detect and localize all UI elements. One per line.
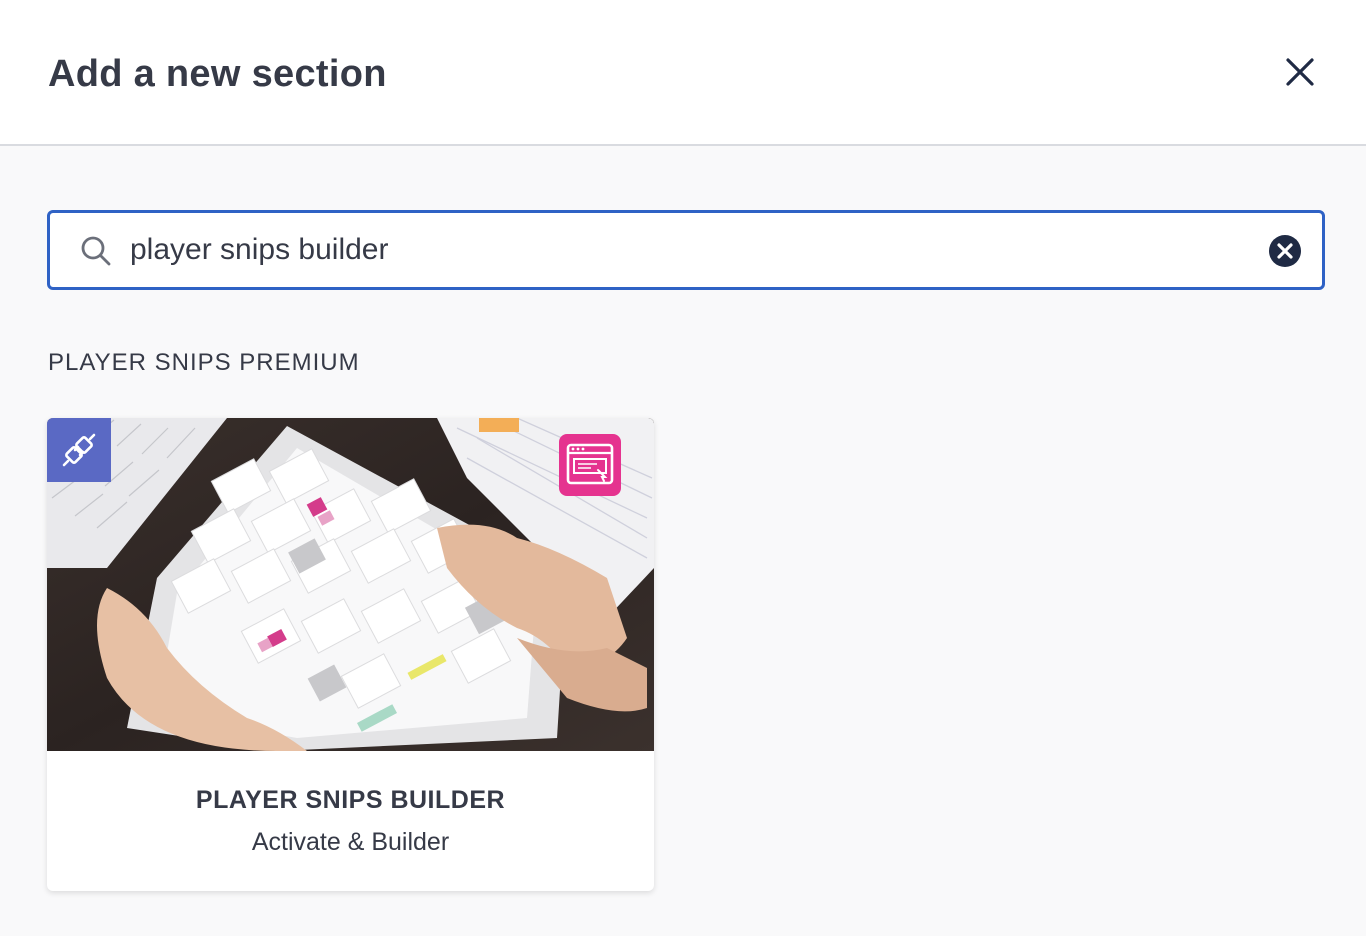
clear-search-button[interactable] bbox=[1268, 234, 1302, 268]
search-input[interactable] bbox=[130, 223, 1240, 277]
plug-icon bbox=[62, 433, 96, 467]
card-subtitle: Activate & Builder bbox=[251, 828, 450, 856]
search-icon bbox=[81, 236, 111, 266]
search-field bbox=[47, 210, 1325, 290]
dialog-header: Add a new section bbox=[0, 0, 1366, 146]
results-section-heading: PLAYER SNIPS PREMIUM bbox=[48, 349, 360, 376]
browser-window-icon bbox=[566, 443, 614, 485]
integration-badge bbox=[47, 418, 111, 482]
dialog-title: Add a new section bbox=[48, 53, 387, 95]
card-title: PLAYER SNIPS BUILDER bbox=[195, 786, 506, 814]
result-card[interactable]: PLAYER SNIPS BUILDER Activate & Builder bbox=[47, 418, 654, 891]
close-button[interactable] bbox=[1280, 52, 1320, 92]
brand-badge bbox=[559, 434, 621, 496]
card-thumbnail bbox=[47, 418, 654, 751]
close-icon bbox=[1286, 58, 1314, 86]
